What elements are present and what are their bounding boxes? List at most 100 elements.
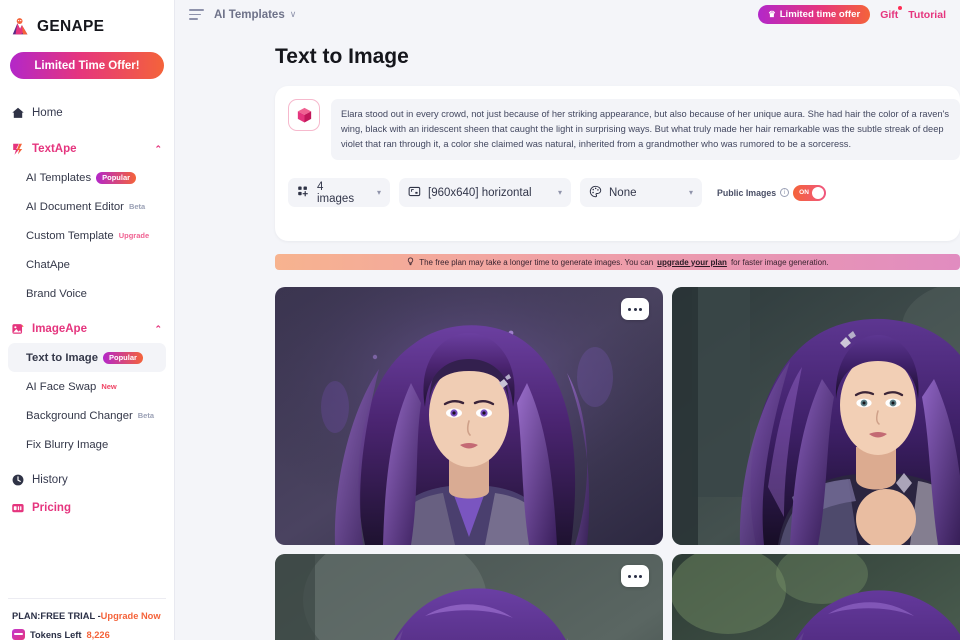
badge-popular: Popular [96, 171, 137, 184]
sidebar-nav: Home TextApe ⌃ AI Templates Popular AI D… [0, 91, 174, 598]
prompt-row: Elara stood out in every crowd, not just… [288, 99, 960, 161]
more-options-icon[interactable] [621, 298, 649, 320]
badge-upgrade: Upgrade [118, 231, 150, 240]
chevron-up-icon[interactable]: ⌃ [154, 144, 162, 155]
badge-beta: Beta [137, 411, 155, 420]
sidebar-group-imageape-label: ImageApe [32, 323, 87, 335]
sidebar-item-custom-template-label: Custom Template [26, 229, 114, 242]
upgrade-now-link[interactable]: Upgrade Now [101, 611, 161, 621]
image-size-value: [960x640] horizontal [428, 186, 532, 199]
aspect-ratio-icon [408, 185, 421, 201]
chevron-down-icon: ▾ [376, 188, 381, 198]
tutorial-link[interactable]: Tutorial [908, 9, 946, 21]
chevron-down-icon: ▾ [557, 188, 562, 198]
image-count-select[interactable]: 4 images ▾ [288, 178, 390, 208]
main-area: AI Templates ∨ ♛ Limited time offer Gift… [175, 0, 960, 640]
sidebar-item-ai-face-swap[interactable]: AI Face Swap New [8, 372, 166, 401]
imageape-icon [11, 322, 25, 336]
sidebar-item-custom-template[interactable]: Custom Template Upgrade [8, 221, 166, 250]
prompt-text[interactable]: Elara stood out in every crowd, not just… [331, 99, 960, 161]
image-count-icon [297, 185, 310, 201]
generated-image-2[interactable] [672, 287, 960, 545]
sidebar-item-text-to-image-label: Text to Image [26, 351, 98, 364]
sidebar-footer: PLAN:FREE TRIAL -Upgrade Now Tokens Left… [8, 598, 166, 640]
image-size-select[interactable]: [960x640] horizontal ▾ [399, 178, 571, 208]
generated-image-3[interactable] [275, 554, 663, 640]
prompt-card: Elara stood out in every crowd, not just… [275, 86, 960, 241]
sidebar-item-home[interactable]: Home [0, 99, 174, 127]
top-bar: AI Templates ∨ ♛ Limited time offer Gift… [175, 0, 960, 29]
home-icon [11, 106, 25, 120]
style-select[interactable]: None ▾ [580, 178, 702, 208]
style-value: None [609, 186, 637, 199]
genape-ape-logo-icon [10, 16, 32, 38]
more-options-icon[interactable] [621, 565, 649, 587]
sidebar-group-imageape[interactable]: ImageApe ⌃ [0, 315, 174, 343]
free-plan-notice: The free plan may take a longer time to … [275, 254, 960, 270]
sidebar-item-fix-blurry-image-label: Fix Blurry Image [26, 438, 109, 451]
sidebar-item-history[interactable]: History [0, 466, 174, 494]
sidebar-item-ai-face-swap-label: AI Face Swap [26, 380, 97, 393]
badge-popular: Popular [102, 351, 143, 364]
sidebar-item-ai-document-editor-label: AI Document Editor [26, 200, 124, 213]
sidebar-item-chatape[interactable]: ChatApe [8, 250, 166, 279]
public-images-toggle-state: ON [799, 189, 809, 197]
chevron-down-icon[interactable]: ∨ [290, 9, 297, 20]
sidebar-item-home-label: Home [32, 107, 63, 119]
sidebar-item-text-to-image[interactable]: Text to Image Popular [8, 343, 166, 372]
tokens-left: Tokens Left 8,226 [12, 629, 166, 640]
crown-icon: ♛ [768, 9, 776, 19]
sidebar-item-brand-voice[interactable]: Brand Voice [8, 279, 166, 308]
sidebar-item-ai-document-editor[interactable]: AI Document Editor Beta [8, 192, 166, 221]
pricing-card-icon [11, 501, 25, 515]
gift-label: Gift [880, 8, 899, 21]
tokens-left-value: 8,226 [86, 629, 110, 640]
content-scroll-area[interactable]: Text to Image Elara stood out in every c… [175, 29, 960, 640]
sidebar-group-textape-label: TextApe [32, 143, 77, 155]
generated-image-4[interactable] [672, 554, 960, 640]
sidebar-item-ai-templates-label: AI Templates [26, 171, 92, 184]
chevron-up-icon[interactable]: ⌃ [154, 324, 162, 335]
page-title: Text to Image [275, 45, 409, 68]
textape-icon [11, 142, 25, 156]
sidebar-item-history-label: History [32, 474, 68, 486]
sidebar: GENAPE Limited Time Offer! Home TextApe [0, 0, 175, 640]
upgrade-plan-link[interactable]: upgrade your plan [657, 258, 727, 267]
token-icon [12, 629, 25, 640]
badge-new: New [101, 382, 117, 391]
bulb-icon [406, 257, 415, 268]
brand-name: GENAPE [37, 18, 105, 35]
toggle-knob [812, 186, 825, 199]
plan-label: PLAN:FREE TRIAL - [12, 611, 101, 621]
generated-image-1[interactable] [275, 287, 663, 545]
public-images-control: Public Images i ON [717, 184, 827, 201]
pink-cube-icon [288, 99, 320, 131]
notification-dot-icon [898, 5, 903, 10]
limited-time-offer-button[interactable]: Limited Time Offer! [10, 52, 164, 79]
tokens-left-label: Tokens Left [30, 629, 82, 640]
sidebar-item-pricing[interactable]: Pricing [0, 494, 174, 522]
breadcrumb-title[interactable]: AI Templates [214, 9, 285, 21]
public-images-toggle[interactable]: ON [793, 184, 827, 201]
chevron-down-icon: ▾ [688, 188, 693, 198]
brand-logo[interactable]: GENAPE [0, 0, 174, 38]
sidebar-item-pricing-label: Pricing [32, 502, 71, 514]
palette-icon [589, 185, 602, 201]
sidebar-group-textape[interactable]: TextApe ⌃ [0, 135, 174, 163]
limited-time-offer-label: Limited time offer [779, 9, 861, 20]
hamburger-menu-icon[interactable] [189, 9, 204, 20]
sidebar-item-fix-blurry-image[interactable]: Fix Blurry Image [8, 430, 166, 459]
notice-text-after: for faster image generation. [730, 257, 829, 267]
badge-beta: Beta [128, 202, 146, 211]
sidebar-item-background-changer[interactable]: Background Changer Beta [8, 401, 166, 430]
sidebar-item-chatape-label: ChatApe [26, 258, 70, 271]
results-grid [275, 287, 960, 640]
limited-time-offer-badge[interactable]: ♛ Limited time offer [758, 5, 871, 24]
sidebar-item-brand-voice-label: Brand Voice [26, 287, 87, 300]
gift-link[interactable]: Gift [880, 5, 903, 21]
sidebar-item-background-changer-label: Background Changer [26, 409, 133, 422]
info-icon[interactable]: i [780, 188, 790, 198]
generation-controls: 4 images ▾ [960x640] horizontal ▾ None ▾… [288, 178, 960, 208]
sidebar-item-ai-templates[interactable]: AI Templates Popular [8, 163, 166, 192]
notice-text-before: The free plan may take a longer time to … [419, 257, 654, 267]
